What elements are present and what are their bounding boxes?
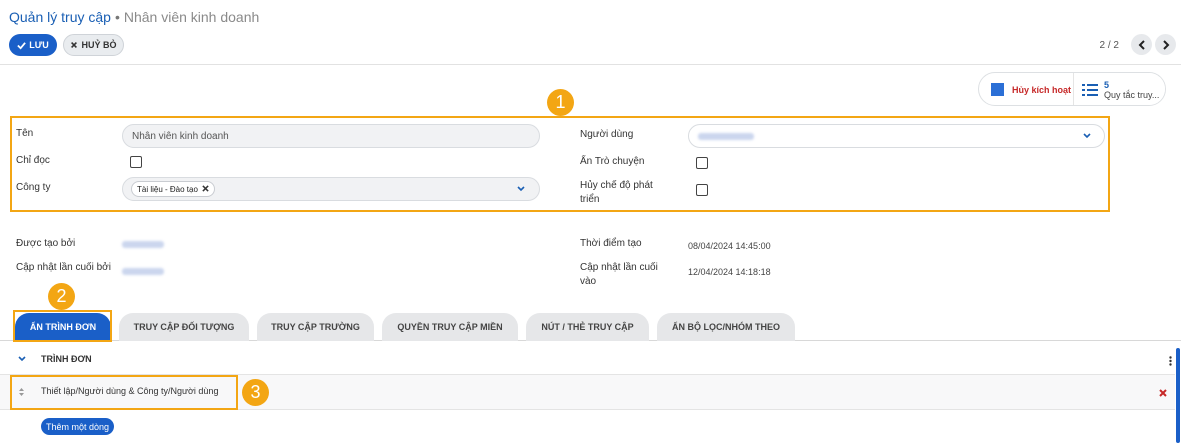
cancel-button-label: HUỶ BỎ: [81, 40, 117, 50]
breadcrumb-parent-link[interactable]: Quản lý truy cập: [9, 9, 111, 25]
column-options-icon[interactable]: [1165, 356, 1175, 366]
blurred-updated-by: [122, 268, 164, 275]
annotation-badge-1: 1: [547, 89, 574, 116]
readonly-checkbox[interactable]: [130, 156, 142, 168]
tab-button-access[interactable]: NÚT / THẺ TRUY CẬP: [526, 313, 649, 341]
updated-at-label: Cập nhật lần cuối vào: [580, 262, 658, 287]
chevron-down-icon[interactable]: [1082, 131, 1092, 141]
delete-row-icon[interactable]: [1158, 388, 1168, 398]
readonly-label: Chỉ đọc: [16, 155, 50, 166]
access-rules-smart-button[interactable]: 5 Quy tắc truy...: [1073, 73, 1165, 105]
save-button-label: LƯU: [29, 40, 49, 50]
tab-hide-filters[interactable]: ẨN BỘ LỌC/NHÓM THEO: [657, 313, 795, 341]
name-field[interactable]: Nhân viên kinh doanh: [122, 124, 540, 148]
scrollbar[interactable]: [1176, 348, 1180, 443]
updated-by-label: Cập nhật lần cuối bởi: [16, 262, 111, 273]
disable-dev-mode-label: Hủy chế độ phát triển: [580, 180, 653, 205]
hide-chat-checkbox[interactable]: [696, 157, 708, 169]
pager-previous-button[interactable]: [1131, 34, 1152, 55]
toggle-square-icon: [991, 83, 1004, 96]
tab-field-access[interactable]: TRUY CẬP TRƯỜNG: [257, 313, 374, 341]
annotation-box-2: [13, 310, 112, 342]
chevron-left-icon: [1138, 39, 1145, 50]
breadcrumb-separator: •: [114, 9, 120, 25]
breadcrumb-current: Nhân viên kinh doanh: [123, 9, 260, 25]
access-rules-count: 5: [1104, 79, 1110, 90]
blurred-user-value: [698, 132, 754, 140]
annotation-box-3: [10, 375, 238, 410]
name-field-value: Nhân viên kinh doanh: [132, 130, 229, 142]
users-label: Người dùng: [580, 129, 634, 140]
created-at-value: 08/04/2024 14:45:00: [688, 241, 771, 251]
pager-counter: 2 / 2: [1099, 40, 1119, 51]
access-rules-label: Quy tắc truy...: [1104, 89, 1160, 100]
created-by-label: Được tạo bởi: [16, 238, 76, 249]
company-tag-label: Tài liệu - Đào tạo: [137, 184, 198, 194]
list-icon: [1082, 84, 1098, 96]
header-divider: [0, 64, 1181, 65]
company-tag: Tài liệu - Đào tạo: [131, 181, 215, 197]
annotation-badge-3: 3: [242, 379, 269, 406]
name-label: Tên: [16, 128, 34, 139]
collapse-chevron-icon[interactable]: [17, 354, 27, 364]
save-button[interactable]: LƯU: [9, 34, 57, 56]
check-icon: [17, 41, 27, 50]
breadcrumb: Quản lý truy cập • Nhân viên kinh doanh: [9, 9, 259, 25]
updated-at-value: 12/04/2024 14:18:18: [688, 267, 771, 277]
deactivate-label: Hủy kích hoạt: [1012, 84, 1072, 95]
created-at-label: Thời điểm tạo: [580, 238, 642, 249]
add-line-button[interactable]: Thêm một dòng: [41, 418, 115, 435]
annotation-badge-2: 2: [48, 283, 75, 310]
pager-next-button[interactable]: [1155, 34, 1176, 55]
cancel-button[interactable]: HUỶ BỎ: [63, 34, 124, 56]
blurred-created-by: [122, 241, 164, 248]
disable-dev-mode-checkbox[interactable]: [696, 184, 708, 196]
chevron-down-icon[interactable]: [516, 184, 526, 194]
hide-chat-label: Ẩn Trò chuyện: [580, 156, 645, 167]
users-field[interactable]: [688, 124, 1105, 148]
close-icon: [70, 41, 78, 49]
remove-tag-icon[interactable]: [202, 184, 209, 194]
chevron-right-icon: [1162, 39, 1169, 50]
tab-domain-access[interactable]: QUYỀN TRUY CẬP MIỀN: [382, 313, 518, 341]
deactivate-smart-button[interactable]: Hủy kích hoạt: [991, 83, 1071, 96]
menu-column-header: TRÌNH ĐƠN: [41, 354, 92, 364]
tab-object-access[interactable]: TRUY CẬP ĐỐI TƯỢNG: [119, 313, 249, 341]
smart-buttons: Hủy kích hoạt 5 Quy tắc truy...: [978, 72, 1166, 106]
company-label: Công ty: [16, 182, 51, 193]
